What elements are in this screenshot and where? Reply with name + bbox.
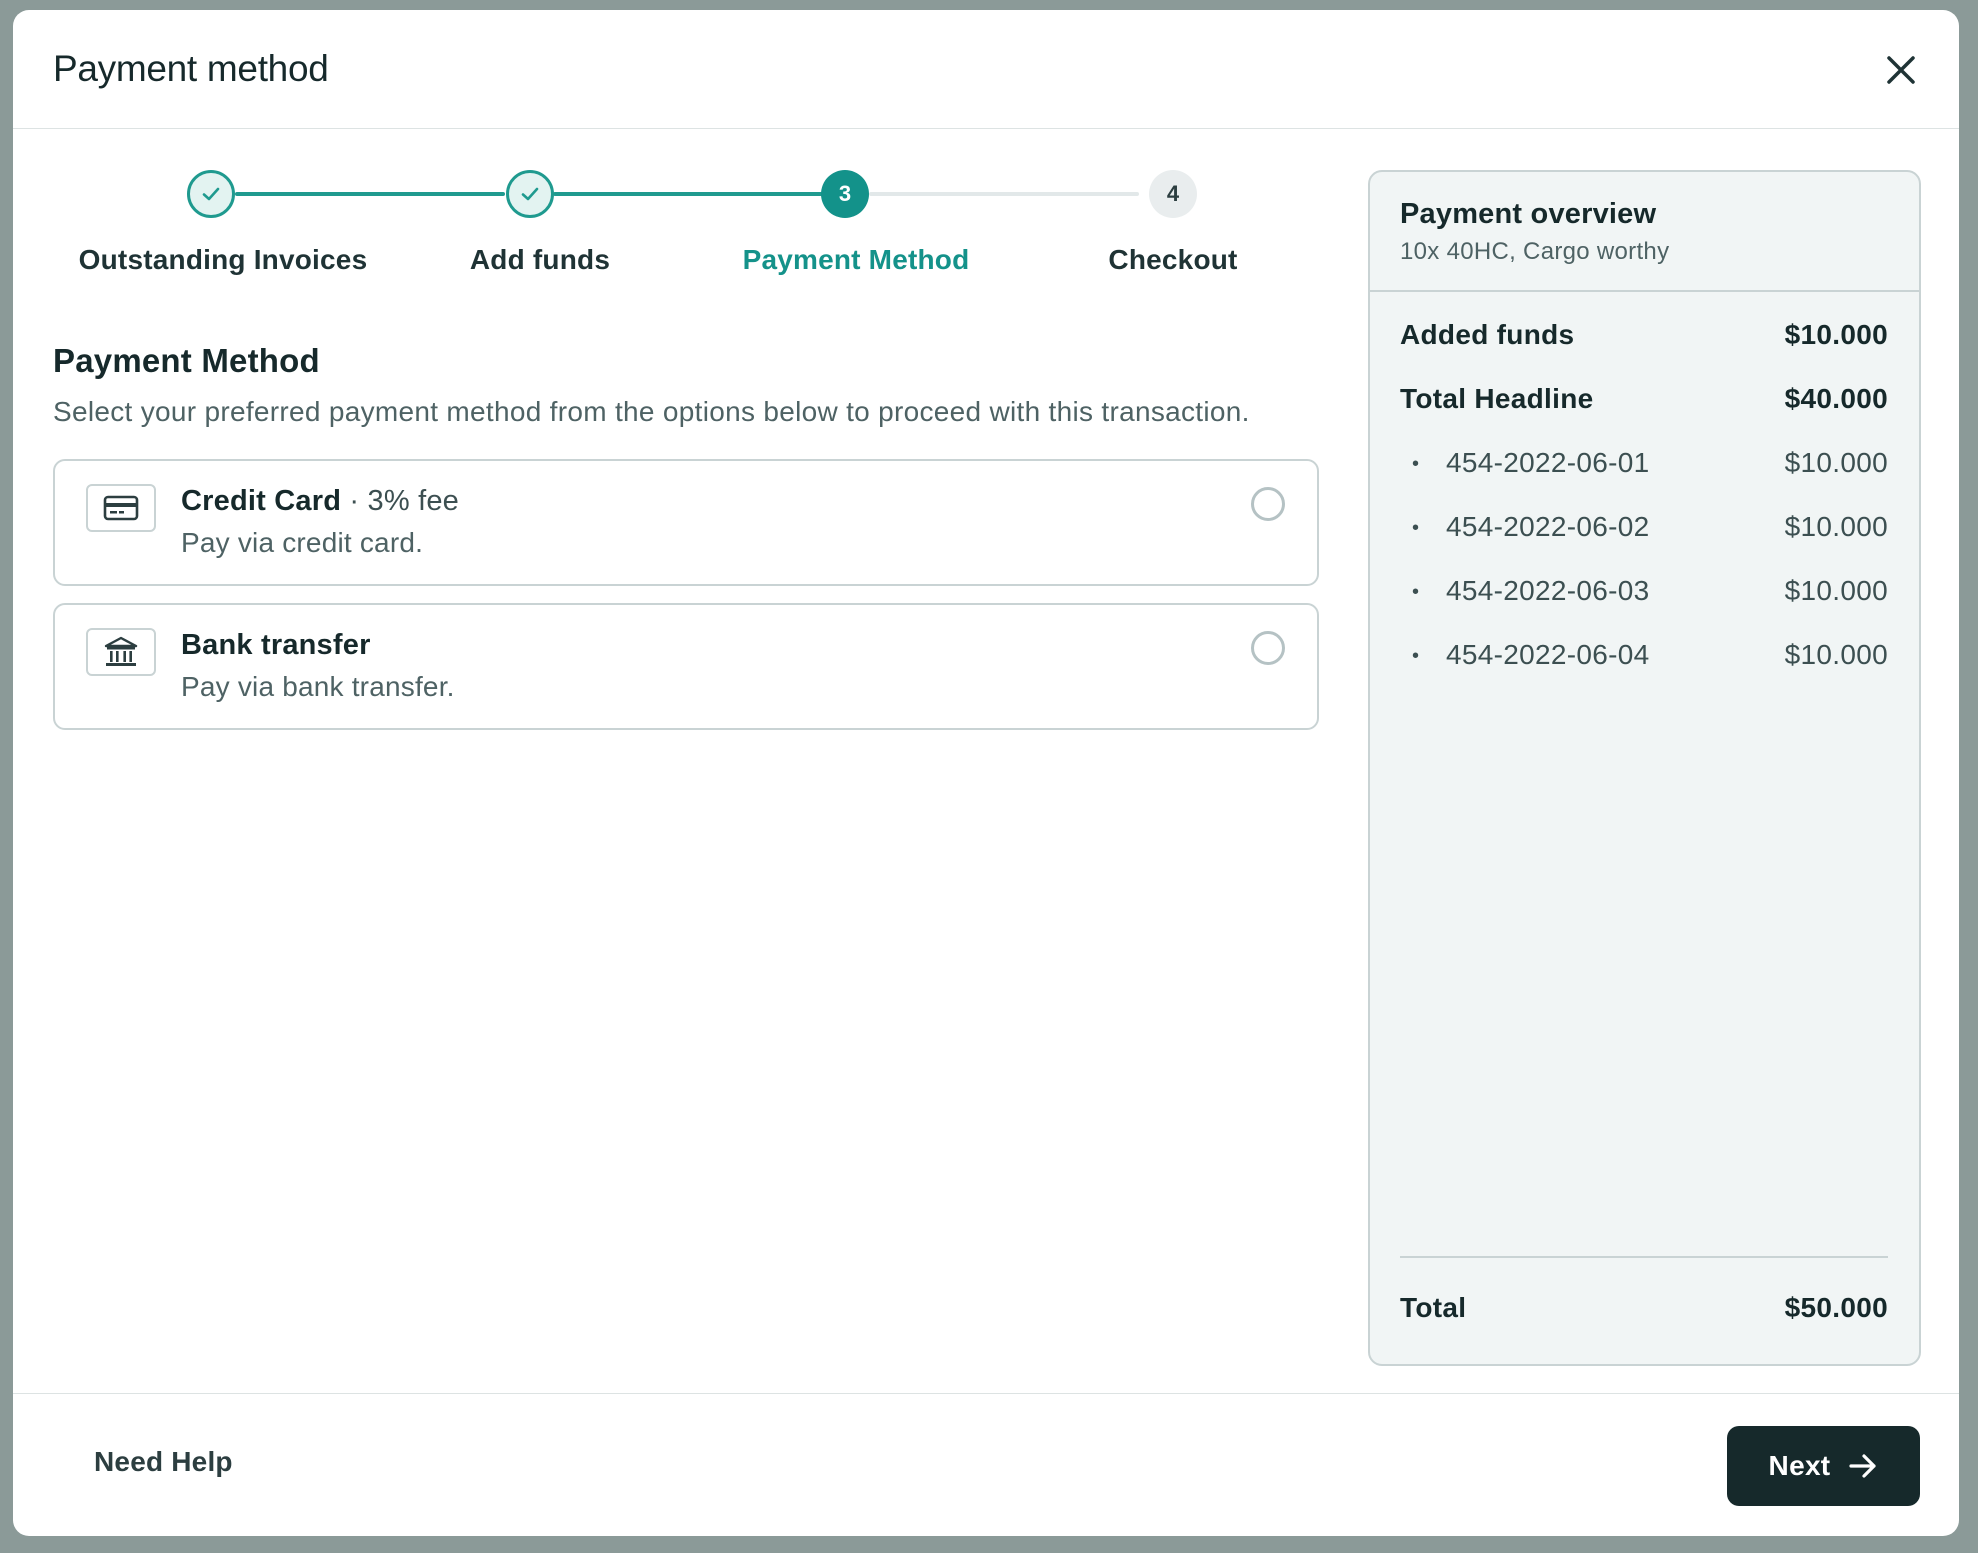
step-label-checkout: Checkout <box>1108 244 1238 275</box>
row-label: Total Headline <box>1400 383 1594 414</box>
progress-stepper: 3 4 Outstanding Invoices Add funds Payme… <box>13 130 1353 290</box>
step-3-indicator: 3 <box>821 170 869 218</box>
payment-overview-panel: Payment overview 10x 40HC, Cargo worthy … <box>1368 170 1921 1366</box>
bank-transfer-radio[interactable] <box>1251 631 1285 665</box>
option-title: Bank transfer <box>181 629 371 662</box>
section-title: Payment Method <box>53 342 320 379</box>
item-value: $10.000 <box>1784 639 1888 670</box>
check-icon <box>202 187 220 201</box>
close-icon <box>1887 56 1915 84</box>
option-title-text: Credit Card <box>181 485 342 517</box>
total-headline-row: Total Headline $40.000 <box>1400 379 1888 419</box>
option-title-text: Bank transfer <box>181 629 371 661</box>
overview-divider <box>1400 1256 1888 1258</box>
step-connector <box>869 192 1139 196</box>
arrow-right-icon <box>1849 1454 1877 1478</box>
modal-title: Payment method <box>53 48 329 89</box>
item-value: $10.000 <box>1784 575 1888 606</box>
next-button[interactable]: Next <box>1727 1426 1920 1506</box>
step-2-indicator <box>506 170 554 218</box>
item-label: 454-2022-06-04 <box>1400 639 1649 671</box>
step-connector <box>553 192 823 196</box>
step-label-add-funds[interactable]: Add funds <box>380 244 700 276</box>
invoice-item: 454-2022-06-02 $10.000 <box>1400 507 1888 547</box>
invoice-item: 454-2022-06-01 $10.000 <box>1400 443 1888 483</box>
option-description: Pay via credit card. <box>181 527 424 558</box>
item-label: 454-2022-06-01 <box>1400 447 1649 479</box>
close-button[interactable] <box>1879 48 1923 92</box>
total-row: Total $50.000 <box>1400 1288 1888 1328</box>
credit-card-icon <box>86 484 156 532</box>
invoice-item: 454-2022-06-03 $10.000 <box>1400 571 1888 611</box>
step-label-outstanding-invoices[interactable]: Outstanding Invoices <box>63 244 383 276</box>
bank-icon <box>86 628 156 676</box>
item-value: $10.000 <box>1784 447 1888 478</box>
overview-title: Payment overview <box>1400 198 1657 230</box>
step-label-payment-method: Payment Method <box>742 244 970 275</box>
payment-modal: Payment method 3 4 Outstanding Invoices … <box>13 10 1959 1536</box>
overview-subtitle: 10x 40HC, Cargo worthy <box>1400 238 1670 265</box>
item-label: 454-2022-06-03 <box>1400 575 1649 607</box>
item-value: $10.000 <box>1784 511 1888 542</box>
modal-header: Payment method <box>13 10 1959 129</box>
row-value: $50.000 <box>1784 1292 1888 1323</box>
need-help-link[interactable]: Need Help <box>94 1446 233 1478</box>
payment-option-credit-card[interactable]: Credit Card · 3% fee Pay via credit card… <box>53 459 1319 586</box>
option-fee: · 3% fee <box>341 485 459 517</box>
modal-footer: Need Help Next <box>13 1393 1959 1536</box>
step-connector <box>235 192 505 196</box>
check-icon <box>521 187 539 201</box>
next-button-label: Next <box>1768 1450 1831 1481</box>
credit-card-radio[interactable] <box>1251 487 1285 521</box>
invoice-item: 454-2022-06-04 $10.000 <box>1400 635 1888 675</box>
section-description: Select your preferred payment method fro… <box>53 396 1250 427</box>
added-funds-row: Added funds $10.000 <box>1400 315 1888 355</box>
row-value: $10.000 <box>1784 319 1888 350</box>
row-label: Added funds <box>1400 319 1575 350</box>
item-label: 454-2022-06-02 <box>1400 511 1649 543</box>
step-4-indicator: 4 <box>1149 170 1197 218</box>
option-description: Pay via bank transfer. <box>181 671 455 702</box>
option-title: Credit Card · 3% fee <box>181 485 459 518</box>
row-value: $40.000 <box>1784 383 1888 414</box>
overview-header: Payment overview 10x 40HC, Cargo worthy <box>1370 172 1919 292</box>
step-1-indicator <box>187 170 235 218</box>
row-label: Total <box>1400 1292 1467 1323</box>
payment-option-bank-transfer[interactable]: Bank transfer Pay via bank transfer. <box>53 603 1319 730</box>
